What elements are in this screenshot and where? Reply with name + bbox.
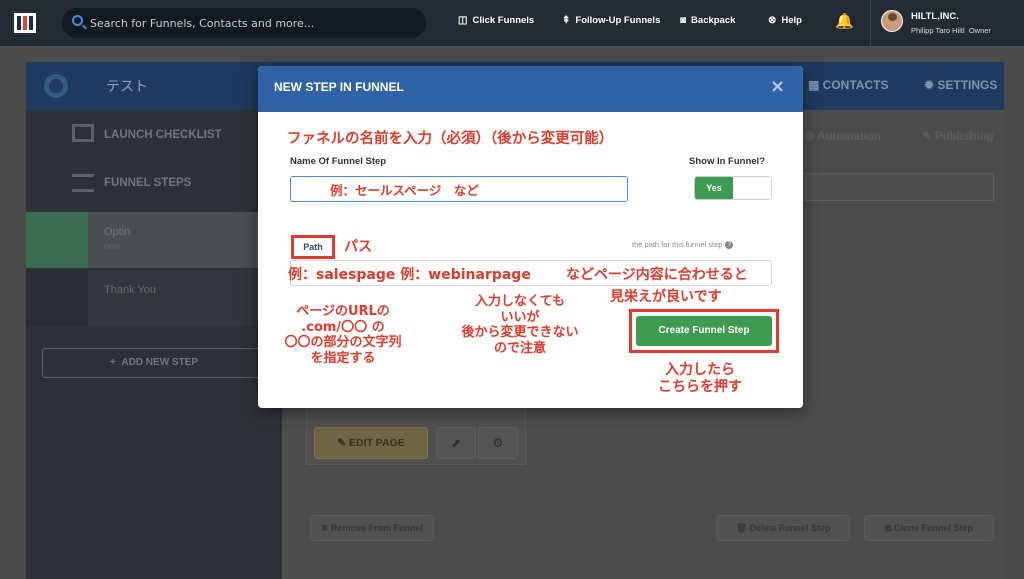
envelope-icon bbox=[26, 212, 88, 268]
funnel-title: テスト bbox=[106, 79, 148, 95]
name-field-label: Name Of Funnel Step bbox=[290, 156, 387, 167]
download-icon bbox=[26, 270, 88, 326]
avatar bbox=[881, 10, 903, 32]
page-settings-button[interactable]: ⚙ bbox=[478, 427, 518, 459]
step-url-field[interactable] bbox=[800, 173, 994, 201]
add-new-step-button[interactable]: + ADD NEW STEP bbox=[42, 348, 266, 378]
modal-header: NEW STEP IN FUNNEL × bbox=[258, 66, 803, 112]
funnel-step-optin[interactable]: Optin Optin bbox=[26, 212, 282, 268]
notification-bell-icon[interactable]: 🔔 bbox=[835, 12, 854, 30]
nav-follow-up-funnels[interactable]: ⇞ Follow-Up Funnels bbox=[562, 15, 660, 26]
annotation-press-note: 入力したら こちらを押す bbox=[658, 362, 742, 395]
global-search[interactable] bbox=[62, 8, 426, 38]
tab-publishing[interactable]: ✎ Publishing bbox=[922, 129, 994, 143]
open-external-button[interactable]: ⬈ bbox=[436, 427, 476, 459]
create-funnel-step-button[interactable]: Create Funnel Step bbox=[636, 316, 772, 346]
search-icon bbox=[72, 15, 83, 26]
nav-help[interactable]: ⊗ Help bbox=[768, 15, 802, 26]
annotation-url-note: ページのURLの .com/〇〇 の 〇〇の部分の文字列 を指定する bbox=[284, 304, 402, 366]
clone-funnel-step-button[interactable]: ⧉ Clone Funnel Step bbox=[864, 515, 994, 541]
search-input[interactable] bbox=[90, 14, 410, 32]
close-icon[interactable]: × bbox=[770, 76, 785, 97]
top-navigation-bar: ◫Click Funnels ⇞Follow-Up Funnels ◙Backp… bbox=[0, 0, 1024, 46]
show-in-funnel-toggle[interactable]: Yes bbox=[694, 176, 772, 200]
annotation-path-example: 例：salespage 例：webinarpage bbox=[288, 267, 531, 283]
show-in-funnel-label: Show In Funnel? bbox=[689, 156, 765, 167]
nav-click-funnels[interactable]: ◫ Click Funnels bbox=[458, 15, 534, 26]
edit-page-button[interactable]: ✎ EDIT PAGE bbox=[314, 427, 428, 459]
modal-title: NEW STEP IN FUNNEL bbox=[274, 80, 404, 94]
list-icon bbox=[72, 174, 94, 192]
help-icon: ⊗ bbox=[768, 15, 777, 26]
annotation-path-note: パス bbox=[344, 239, 372, 255]
path-hint: the path for this funnel step? bbox=[632, 240, 734, 250]
annotation-name-note: ファネルの名前を入力（必須）（後から変更可能） bbox=[287, 131, 614, 147]
account-menu[interactable]: HILTL,INC. Philipp Taro Hiltl Owner bbox=[870, 0, 1024, 46]
backpack-icon: ◙ bbox=[680, 15, 687, 26]
checklist-icon bbox=[72, 124, 94, 142]
toggle-yes: Yes bbox=[695, 177, 733, 199]
sidebar-item-funnel-steps: FUNNEL STEPS bbox=[26, 160, 282, 210]
tab-automation[interactable]: ⚙ Automation bbox=[804, 129, 881, 143]
account-name: HILTL,INC. bbox=[911, 11, 959, 22]
nav-backpack[interactable]: ◙ Backpack bbox=[680, 15, 735, 26]
delete-funnel-step-button[interactable]: 🗑 Delete Funnel Step bbox=[716, 515, 850, 541]
remove-from-funnel-button[interactable]: ✖ Remove From Funnel bbox=[310, 515, 434, 541]
click-funnels-icon: ◫ bbox=[458, 15, 468, 26]
annotation-optional-note: 入力しなくても いいが 後から変更できない ので注意 bbox=[461, 294, 579, 356]
annotation-path-example-2: などページ内容に合わせると bbox=[566, 267, 748, 283]
account-user: Philipp Taro Hiltl Owner bbox=[911, 26, 991, 35]
clickfunnels-logo-icon[interactable] bbox=[12, 11, 38, 35]
sidebar-item-launch-checklist[interactable]: LAUNCH CHECKLIST bbox=[26, 112, 282, 162]
funnel-gear-icon bbox=[44, 74, 68, 98]
tab-settings[interactable]: ✹ SETTINGS bbox=[924, 78, 997, 92]
annotation-path-example-3: 見栄えが良いです bbox=[610, 289, 722, 305]
help-circle-icon: ? bbox=[725, 241, 734, 250]
funnel-step-thank-you[interactable]: Thank You bbox=[26, 270, 282, 326]
double-chevron-up-icon: ⇞ bbox=[562, 15, 571, 26]
tab-contacts[interactable]: ▦ CONTACTS bbox=[808, 78, 888, 92]
path-field-label: Path bbox=[291, 235, 335, 259]
annotation-name-example: 例：セールスページ など bbox=[330, 183, 479, 198]
